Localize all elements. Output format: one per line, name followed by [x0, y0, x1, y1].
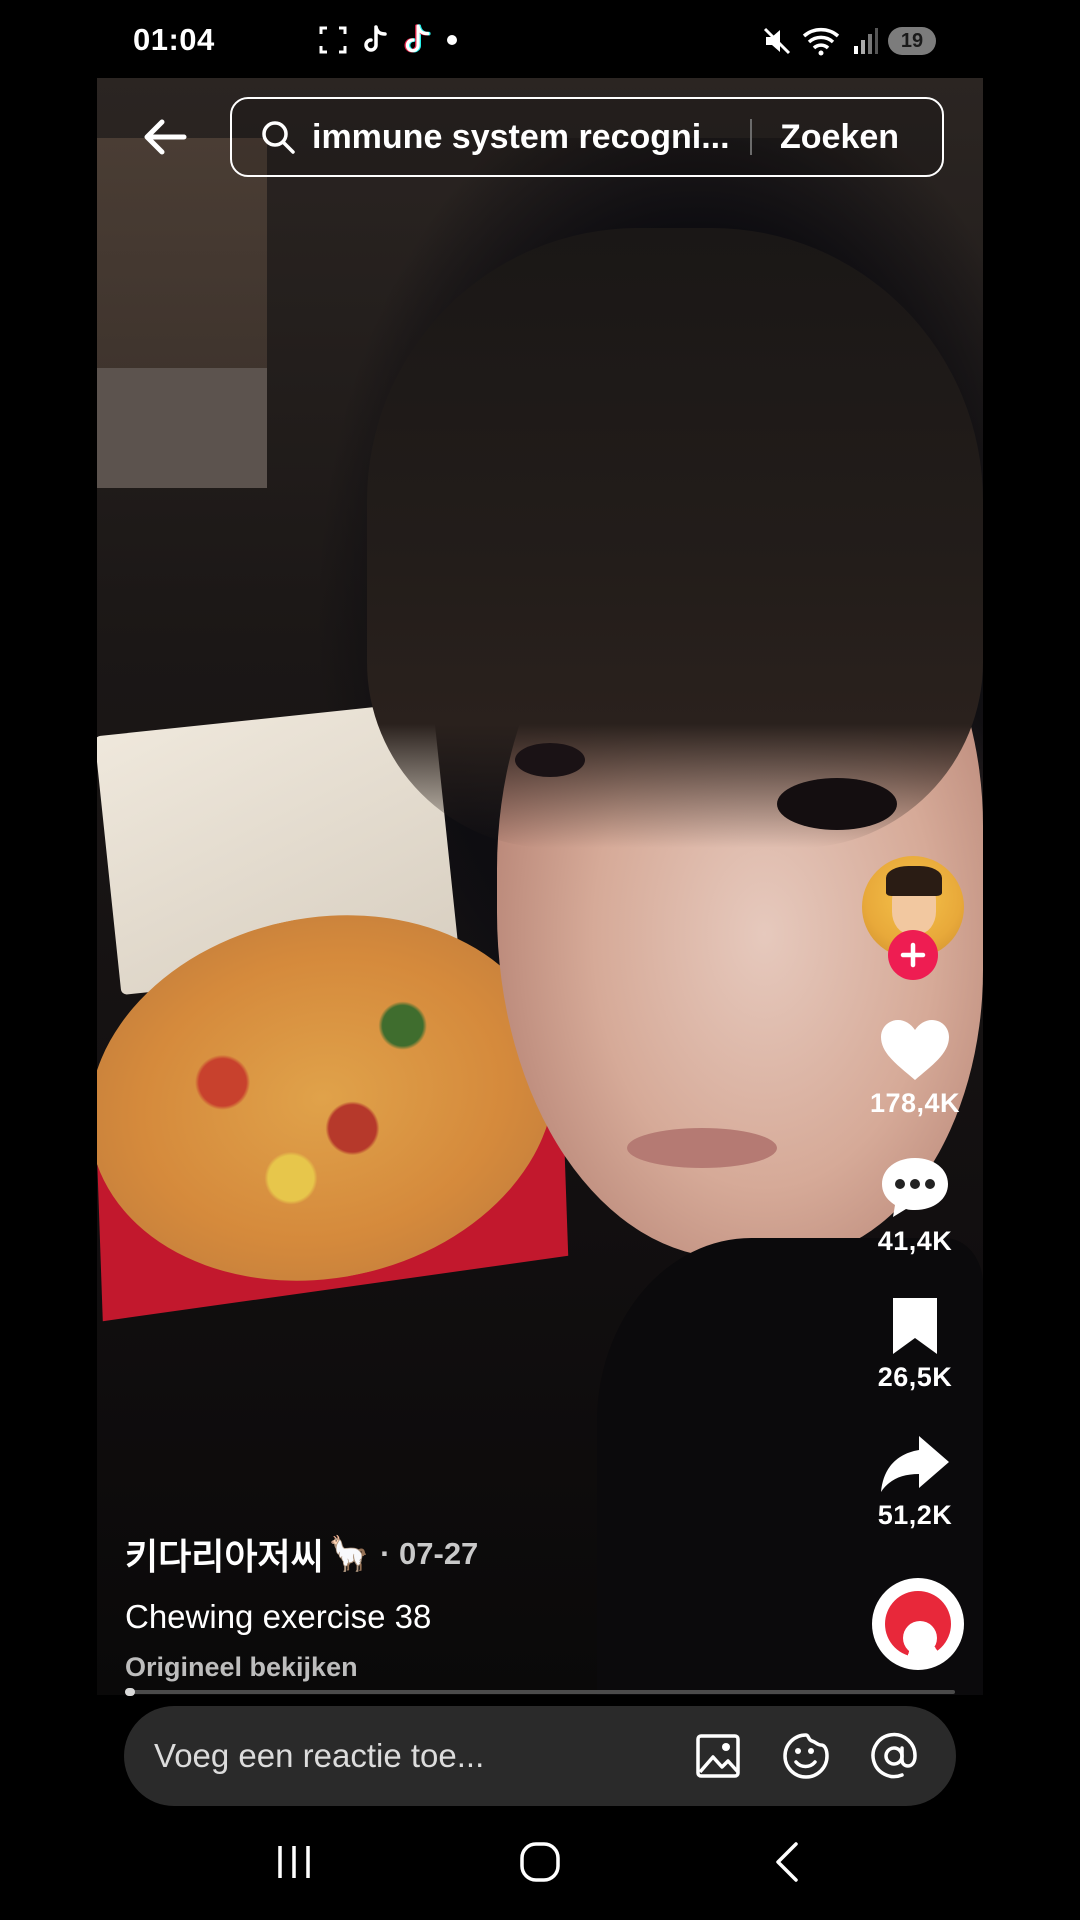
- video-player[interactable]: [97, 78, 983, 1695]
- video-progress-fill: [125, 1688, 135, 1696]
- plus-icon: [900, 942, 926, 968]
- back-button[interactable]: [140, 112, 190, 162]
- sound-cover-icon: [885, 1591, 951, 1657]
- author-name[interactable]: 키다리아저씨: [125, 1528, 324, 1580]
- share-button[interactable]: 51,2K: [855, 1434, 975, 1531]
- search-button[interactable]: Zoeken: [780, 118, 899, 157]
- image-icon: [696, 1734, 740, 1778]
- status-icons-left: [318, 24, 458, 56]
- video-progress-bar[interactable]: [125, 1688, 955, 1696]
- mouth: [627, 1128, 777, 1168]
- search-bar[interactable]: immune system recogni... Zoeken: [230, 97, 944, 177]
- mute-icon: [763, 27, 791, 55]
- post-caption: Chewing exercise 38: [125, 1598, 432, 1635]
- author-row: 키다리아저씨 🦙 · 07-27: [125, 1528, 478, 1580]
- view-original-link[interactable]: Origineel bekijken: [125, 1652, 358, 1683]
- status-time: 01:04: [133, 22, 215, 57]
- home-icon: [520, 1842, 560, 1882]
- follow-button[interactable]: [888, 930, 938, 980]
- nav-back-button[interactable]: [768, 1840, 812, 1889]
- status-icons-right: 19: [762, 26, 936, 56]
- emoji-button[interactable]: [780, 1730, 832, 1782]
- comment-input[interactable]: Voeg een reactie toe...: [154, 1737, 692, 1775]
- emoji-icon: [783, 1733, 829, 1779]
- dot-icon: [447, 35, 457, 45]
- arrow-left-icon: [144, 119, 187, 155]
- search-divider: [750, 119, 752, 155]
- save-count: 26,5K: [877, 1362, 953, 1392]
- mention-button[interactable]: [868, 1730, 920, 1782]
- llama-emoji: 🦙: [327, 1535, 371, 1573]
- comment-input-bar[interactable]: Voeg een reactie toe...: [124, 1706, 956, 1806]
- share-icon: [881, 1436, 949, 1492]
- home-button[interactable]: [518, 1840, 562, 1889]
- like-button[interactable]: 178,4K: [855, 1018, 975, 1119]
- tiktok-icon: [364, 25, 387, 52]
- avatar-hair: [886, 866, 942, 896]
- screenshot-icon: [319, 26, 347, 54]
- eye-right: [777, 778, 897, 830]
- post-date: · 07-27: [380, 1536, 479, 1571]
- sound-disc[interactable]: [872, 1578, 964, 1670]
- signal-icon: [854, 28, 878, 54]
- recent-apps-button[interactable]: [272, 1840, 316, 1889]
- wifi-icon: [802, 28, 840, 56]
- eye-left: [515, 743, 585, 777]
- battery-icon: 19: [888, 27, 936, 55]
- recents-icon: [278, 1846, 310, 1878]
- share-count: 51,2K: [877, 1500, 953, 1530]
- tiktok-icon: [404, 24, 431, 53]
- search-query[interactable]: immune system recogni...: [312, 118, 732, 157]
- hair: [367, 228, 983, 848]
- comment-button[interactable]: 41,4K: [855, 1156, 975, 1257]
- search-icon: [262, 121, 295, 154]
- comment-count: 41,4K: [877, 1226, 953, 1256]
- image-button[interactable]: [692, 1730, 744, 1782]
- comment-icon: [882, 1158, 948, 1217]
- save-button[interactable]: 26,5K: [855, 1296, 975, 1393]
- heart-icon: [881, 1020, 949, 1080]
- chevron-left-icon: [776, 1842, 798, 1882]
- like-count: 178,4K: [869, 1088, 961, 1118]
- bookmark-icon: [893, 1298, 937, 1354]
- at-icon: [871, 1732, 917, 1779]
